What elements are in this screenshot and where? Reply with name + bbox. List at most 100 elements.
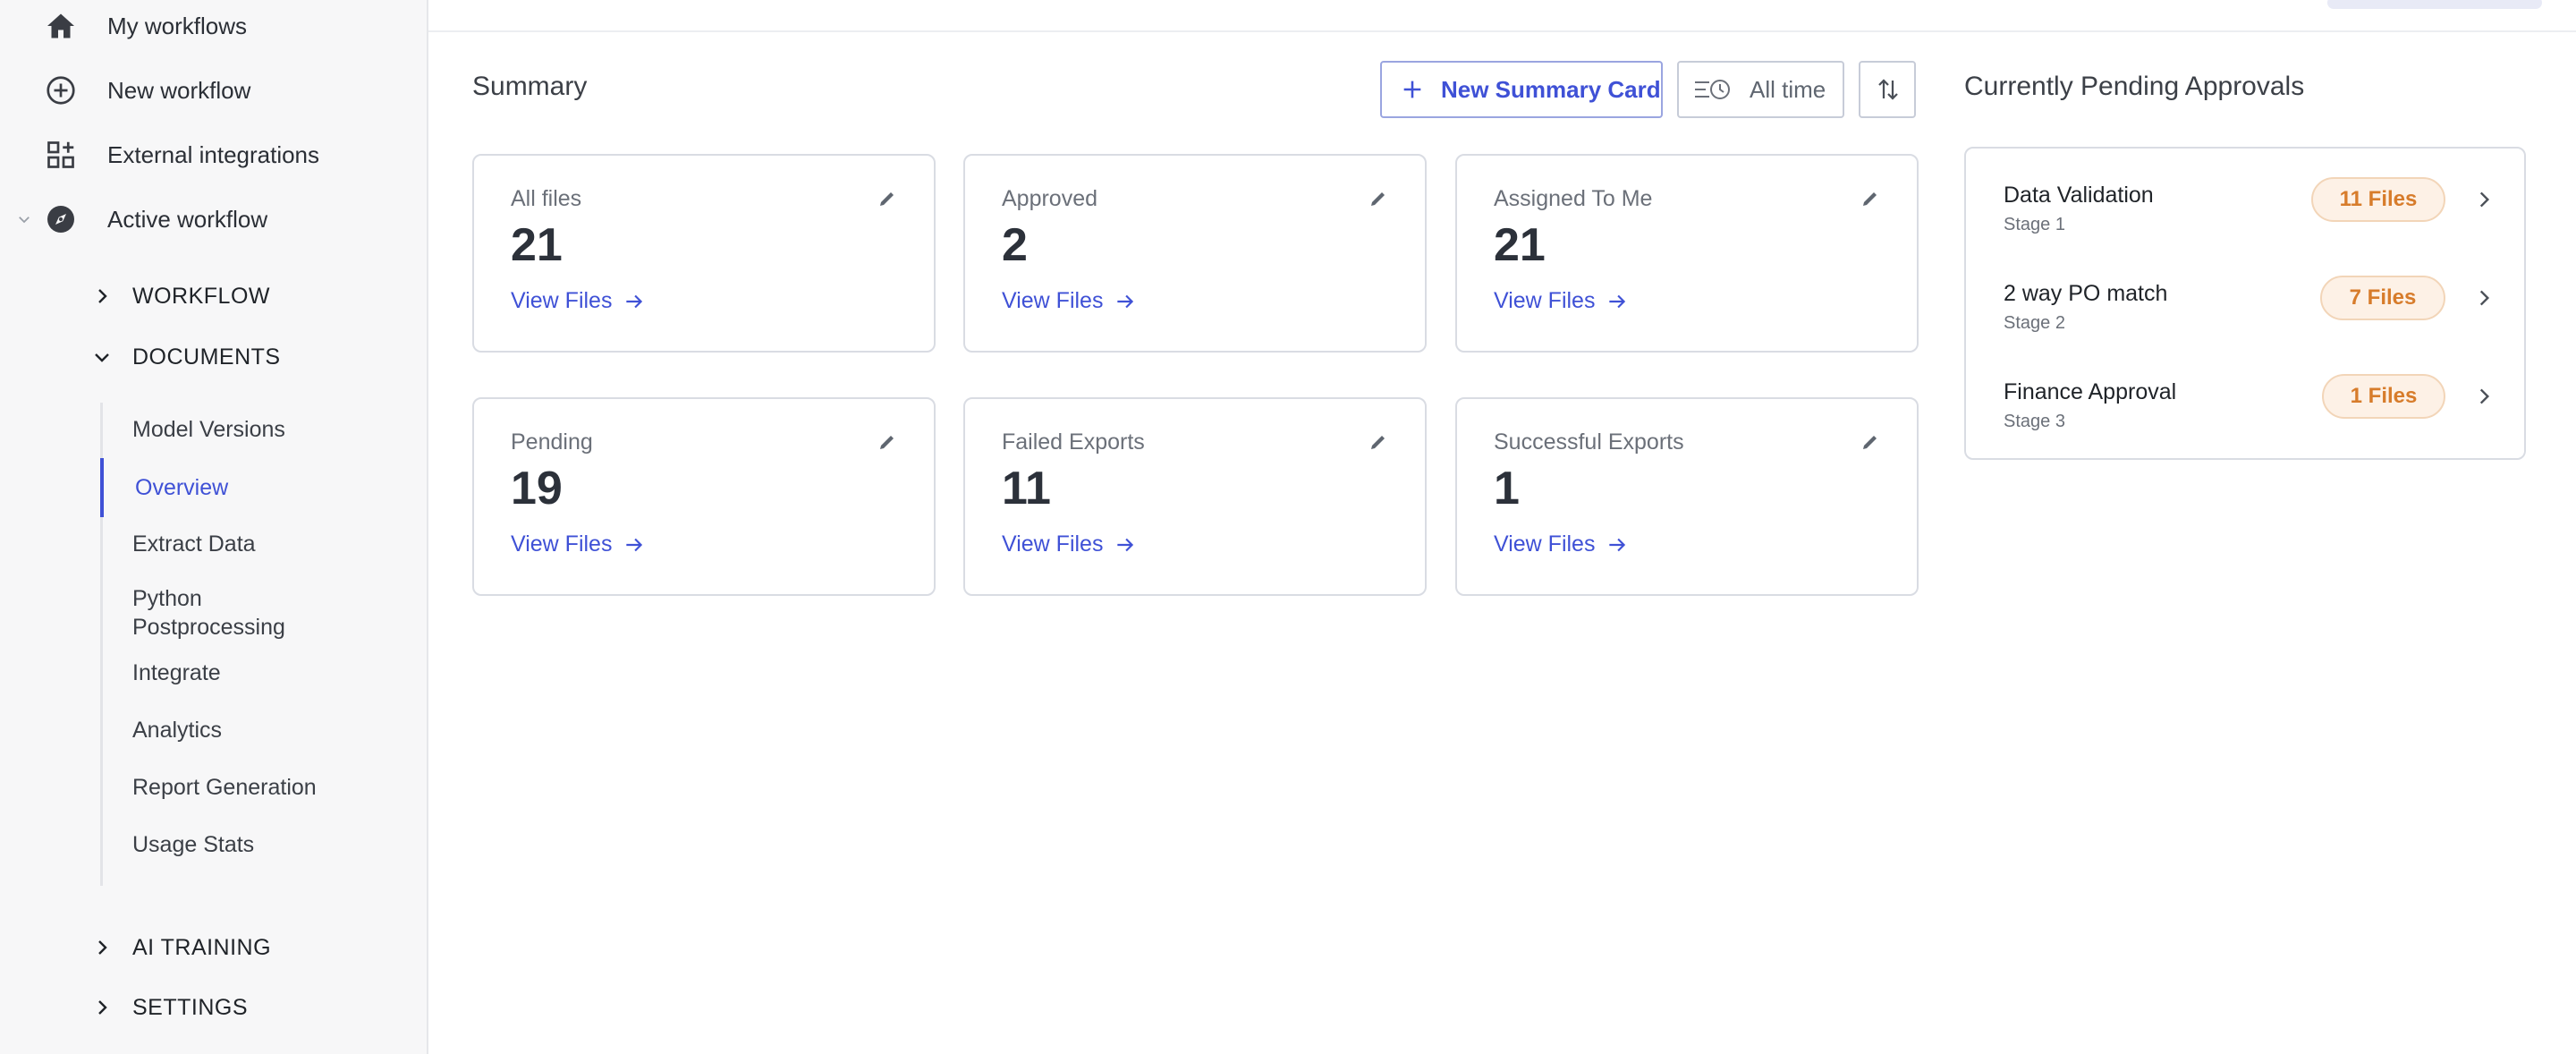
subnav-label: Model Versions <box>132 417 285 442</box>
pending-row-stage: Stage 1 <box>2004 215 2065 234</box>
pending-row-stage: Stage 3 <box>2004 412 2065 431</box>
subnav-item-analytics[interactable]: Analytics <box>100 712 424 748</box>
view-files-link[interactable]: View Files <box>1494 531 1629 557</box>
section-label: AI TRAINING <box>132 934 272 960</box>
sort-button[interactable] <box>1859 61 1916 118</box>
view-files-label: View Files <box>1494 531 1596 557</box>
card-title: Assigned To Me <box>1494 186 1653 211</box>
section-ai-training[interactable]: AI TRAINING <box>0 924 427 971</box>
subnav-label: Usage Stats <box>132 832 255 857</box>
view-files-link[interactable]: View Files <box>1002 531 1137 557</box>
card-value: 11 <box>1002 463 1051 514</box>
time-filter-button[interactable]: All time <box>1677 61 1844 118</box>
top-bar <box>428 0 2576 32</box>
view-files-link[interactable]: View Files <box>1494 288 1629 314</box>
nav-external-integrations[interactable]: External integrations <box>0 130 427 180</box>
subnav-label: Analytics <box>132 718 223 743</box>
documents-subnav: Model Versions Overview Extract Data Pyt… <box>100 403 427 886</box>
pending-row-name: 2 way PO match <box>2004 281 2168 306</box>
nav-my-workflows[interactable]: My workflows <box>0 1 427 51</box>
subnav-item-overview[interactable]: Overview <box>100 458 424 517</box>
subnav-item-report-generation[interactable]: Report Generation <box>100 769 424 805</box>
view-files-label: View Files <box>511 288 613 313</box>
view-files-label: View Files <box>1494 288 1596 313</box>
pending-row-finance-approval[interactable]: Finance Approval Stage 3 1 Files <box>1966 372 2524 462</box>
card-title: Failed Exports <box>1002 429 1145 455</box>
view-files-label: View Files <box>1002 531 1104 557</box>
view-files-link[interactable]: View Files <box>1002 288 1137 314</box>
edit-icon[interactable] <box>1860 188 1881 209</box>
summary-card-assigned-to-me: Assigned To Me 21 View Files <box>1455 154 1919 353</box>
summary-card-pending: Pending 19 View Files <box>472 397 936 596</box>
view-files-link[interactable]: View Files <box>511 288 646 314</box>
section-documents[interactable]: DOCUMENTS <box>0 334 427 380</box>
arrow-right-icon <box>623 533 646 557</box>
card-value: 21 <box>511 219 563 271</box>
plus-circle-icon <box>43 72 79 108</box>
edit-icon[interactable] <box>1368 188 1389 209</box>
arrow-right-icon <box>1114 290 1137 313</box>
edit-icon[interactable] <box>1368 431 1389 453</box>
section-settings[interactable]: SETTINGS <box>0 984 427 1031</box>
sidebar: My workflows New workflow External integ… <box>0 0 428 1054</box>
nav-active-workflow[interactable]: Active workflow <box>0 194 427 244</box>
pending-row-name: Finance Approval <box>2004 379 2177 404</box>
pending-row-stage: Stage 2 <box>2004 313 2065 333</box>
sort-icon <box>1875 76 1902 103</box>
pending-row-data-validation[interactable]: Data Validation Stage 1 11 Files <box>1966 175 2524 265</box>
grid-add-icon <box>43 137 79 173</box>
subnav-label: Report Generation <box>132 775 317 800</box>
arrow-right-icon <box>1606 533 1629 557</box>
arrow-right-icon <box>623 290 646 313</box>
subnav-item-model-versions[interactable]: Model Versions <box>100 412 424 447</box>
card-value: 2 <box>1002 219 1028 271</box>
file-count-badge: 11 Files <box>2311 177 2445 222</box>
subnav-label: Python Postprocessing <box>132 586 285 640</box>
section-workflow[interactable]: WORKFLOW <box>0 273 427 319</box>
subnav-item-integrate[interactable]: Integrate <box>100 655 424 691</box>
chevron-right-icon <box>2472 188 2496 211</box>
edit-icon[interactable] <box>1860 431 1881 453</box>
section-label: SETTINGS <box>132 994 249 1020</box>
edit-icon[interactable] <box>877 188 898 209</box>
pending-approvals-panel: Data Validation Stage 1 11 Files 2 way P… <box>1964 147 2526 460</box>
compass-icon <box>43 201 79 237</box>
card-title: Successful Exports <box>1494 429 1684 455</box>
section-label: WORKFLOW <box>132 283 270 309</box>
nav-label: New workflow <box>107 76 251 104</box>
pending-row-2-way-po-match[interactable]: 2 way PO match Stage 2 7 Files <box>1966 274 2524 363</box>
card-title: All files <box>511 186 582 211</box>
new-summary-card-button[interactable]: New Summary Card <box>1380 61 1663 118</box>
subnav-label: Extract Data <box>132 531 256 557</box>
file-count-badge: 7 Files <box>2320 276 2445 320</box>
pending-row-name: Data Validation <box>2004 183 2154 208</box>
summary-card-failed-exports: Failed Exports 11 View Files <box>963 397 1427 596</box>
chevron-right-icon <box>2472 286 2496 310</box>
subnav-item-usage-stats[interactable]: Usage Stats <box>100 827 424 863</box>
card-value: 19 <box>511 463 563 514</box>
card-value: 1 <box>1494 463 1520 514</box>
chevron-right-icon <box>89 284 114 309</box>
top-bar-button[interactable] <box>2327 0 2542 9</box>
subnav-label: Overview <box>135 475 229 500</box>
card-value: 21 <box>1494 219 1546 271</box>
view-files-link[interactable]: View Files <box>511 531 646 557</box>
edit-icon[interactable] <box>877 431 898 453</box>
subnav-item-python-postprocessing[interactable]: Python Postprocessing <box>100 582 424 644</box>
time-filter-label: All time <box>1750 75 1826 103</box>
subnav-label: Integrate <box>132 660 221 685</box>
file-count-badge: 1 Files <box>2322 374 2445 419</box>
summary-card-approved: Approved 2 View Files <box>963 154 1427 353</box>
nav-new-workflow[interactable]: New workflow <box>0 65 427 115</box>
chevron-down-icon[interactable] <box>14 209 34 229</box>
arrow-right-icon <box>1606 290 1629 313</box>
nav-label: Active workflow <box>107 205 268 233</box>
view-files-label: View Files <box>511 531 613 557</box>
new-summary-card-label: New Summary Card <box>1441 75 1661 103</box>
view-files-label: View Files <box>1002 288 1104 313</box>
pending-approvals-title: Currently Pending Approvals <box>1964 72 2305 101</box>
subnav-item-extract-data[interactable]: Extract Data <box>100 526 424 562</box>
arrow-right-icon <box>1114 533 1137 557</box>
time-filter-icon <box>1693 76 1734 103</box>
home-icon <box>43 8 79 44</box>
